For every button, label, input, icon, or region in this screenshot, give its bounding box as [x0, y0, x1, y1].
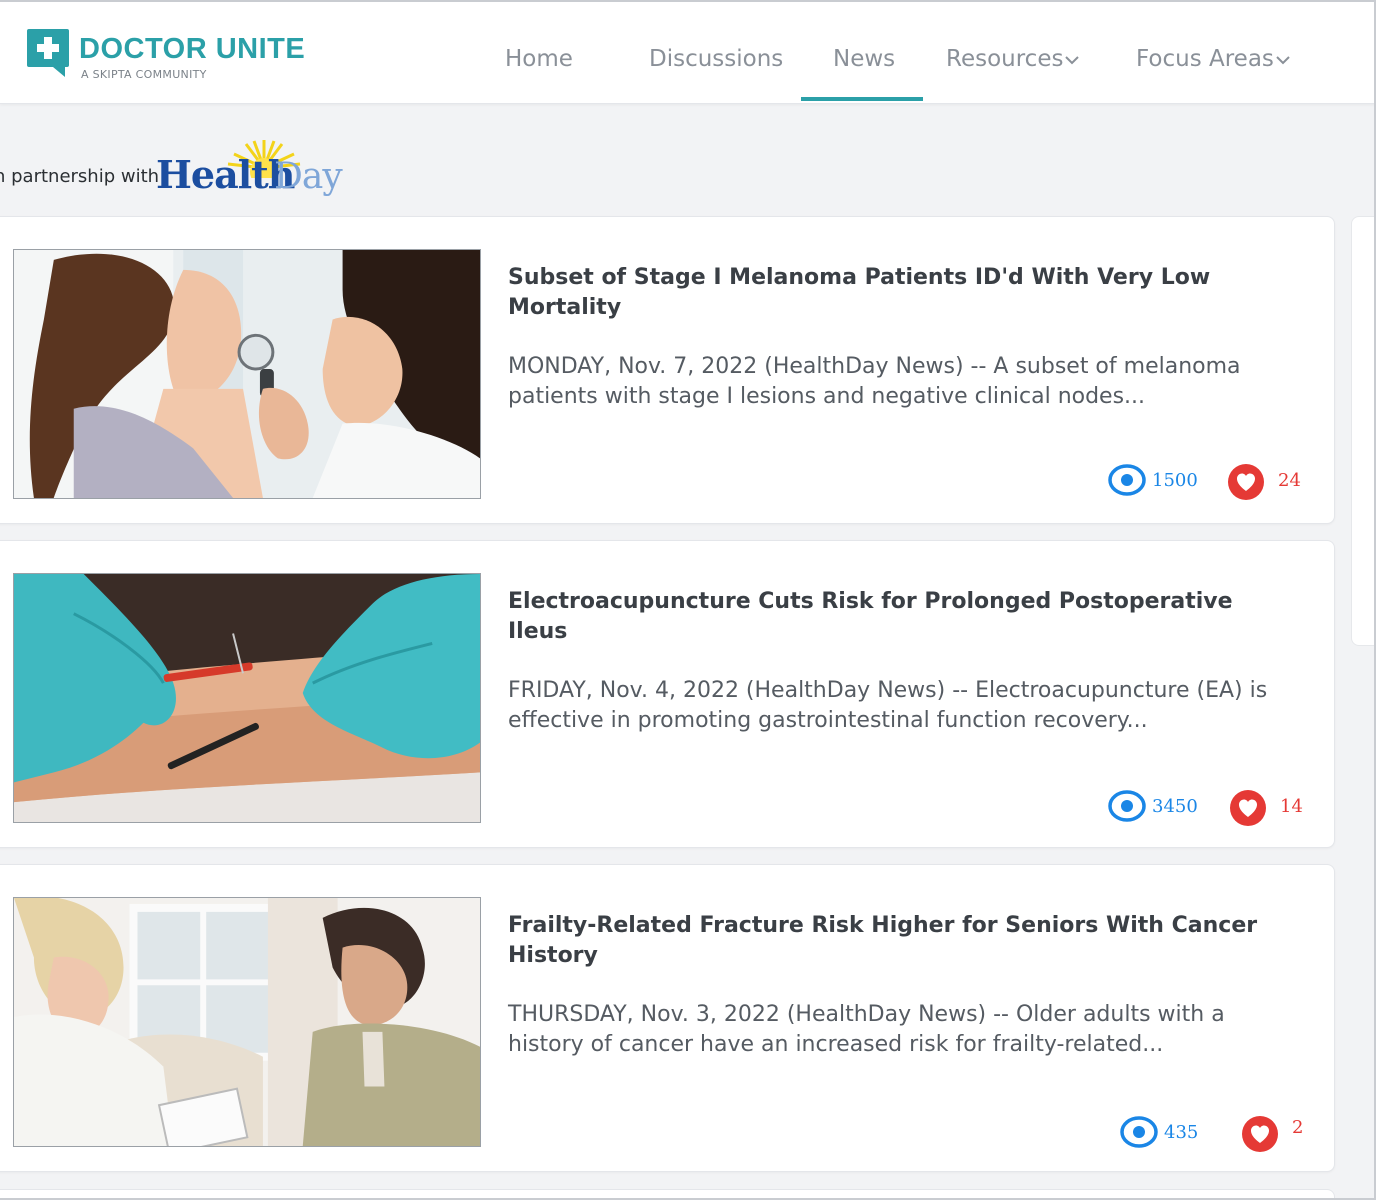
healthday-logo-day: Day [274, 156, 343, 197]
article-title[interactable]: Electroacupuncture Cuts Risk for Prolong… [508, 587, 1298, 647]
eye-icon [1108, 790, 1146, 822]
site-logo[interactable]: DOCTOR UNITE A SKIPTA COMMUNITY [27, 29, 327, 81]
article-card[interactable]: Electroacupuncture Cuts Risk for Prolong… [0, 540, 1335, 848]
heart-icon [1228, 464, 1264, 500]
article-stats: 1500 24 [1108, 463, 1304, 500]
views-count: 435 [1164, 1122, 1199, 1143]
page-frame: DOCTOR UNITE A SKIPTA COMMUNITY Home Dis… [0, 0, 1376, 1200]
side-panel [1351, 216, 1374, 646]
nav-home-label: Home [505, 46, 573, 72]
brand-title: DOCTOR UNITE [79, 33, 306, 65]
medical-cross-logo-icon [27, 29, 69, 77]
article-thumbnail[interactable] [13, 897, 481, 1147]
nav-discussions[interactable]: Discussions [649, 46, 783, 76]
article-card-partial[interactable] [0, 1189, 1335, 1198]
eye-icon [1120, 1116, 1158, 1148]
article-summary: THURSDAY, Nov. 3, 2022 (HealthDay News) … [508, 1002, 1225, 1057]
active-tab-indicator [801, 97, 923, 101]
likes-stat[interactable]: 24 [1228, 463, 1304, 500]
views-count: 3450 [1152, 796, 1198, 817]
eye-icon [1108, 464, 1146, 496]
article-card[interactable]: Subset of Stage I Melanoma Patients ID'd… [0, 216, 1335, 524]
likes-count: 2 [1292, 1117, 1304, 1138]
likes-stat[interactable]: 14 [1230, 789, 1304, 826]
chevron-down-icon [1065, 55, 1080, 64]
nav-focus-areas-label: Focus Areas [1136, 46, 1274, 72]
article-stats: 3450 14 [1108, 789, 1304, 826]
doctor-with-senior-patient-photo [14, 898, 480, 1146]
partnership-text: n partnership with [0, 166, 160, 187]
views-stat: 3450 [1108, 789, 1208, 825]
article-stats: 435 2 [1120, 1115, 1304, 1152]
nav-discussions-label: Discussions [649, 46, 784, 72]
article-summary: FRIDAY, Nov. 4, 2022 (HealthDay News) --… [508, 678, 1268, 733]
article-title[interactable]: Frailty-Related Fracture Risk Higher for… [508, 911, 1298, 971]
nav-home[interactable]: Home [505, 46, 573, 76]
nav-resources[interactable]: Resources [946, 46, 1080, 76]
nav-news-label: News [833, 46, 896, 72]
brand-subtitle: A SKIPTA COMMUNITY [81, 68, 207, 81]
likes-count: 24 [1278, 470, 1301, 491]
article-title[interactable]: Subset of Stage I Melanoma Patients ID'd… [508, 263, 1298, 323]
heart-icon [1242, 1116, 1278, 1152]
views-stat: 435 [1120, 1115, 1210, 1151]
healthday-logo[interactable]: Health Day [156, 138, 366, 204]
site-header: DOCTOR UNITE A SKIPTA COMMUNITY Home Dis… [0, 2, 1374, 104]
article-thumbnail[interactable] [13, 573, 481, 823]
doctor-examining-patient-skin-photo [14, 250, 480, 498]
chevron-down-icon [1276, 55, 1290, 64]
views-stat: 1500 [1108, 463, 1208, 499]
likes-count: 14 [1280, 796, 1303, 817]
article-summary: MONDAY, Nov. 7, 2022 (HealthDay News) --… [508, 354, 1241, 409]
nav-focus-areas[interactable]: Focus Areas [1136, 46, 1290, 76]
nav-news[interactable]: News [833, 46, 895, 76]
gloved-hands-acupuncture-photo [14, 574, 480, 822]
article-thumbnail[interactable] [13, 249, 481, 499]
article-card[interactable]: Frailty-Related Fracture Risk Higher for… [0, 864, 1335, 1172]
likes-stat[interactable]: 2 [1242, 1115, 1304, 1152]
heart-icon [1230, 790, 1266, 826]
nav-resources-label: Resources [946, 46, 1064, 72]
views-count: 1500 [1152, 470, 1198, 491]
